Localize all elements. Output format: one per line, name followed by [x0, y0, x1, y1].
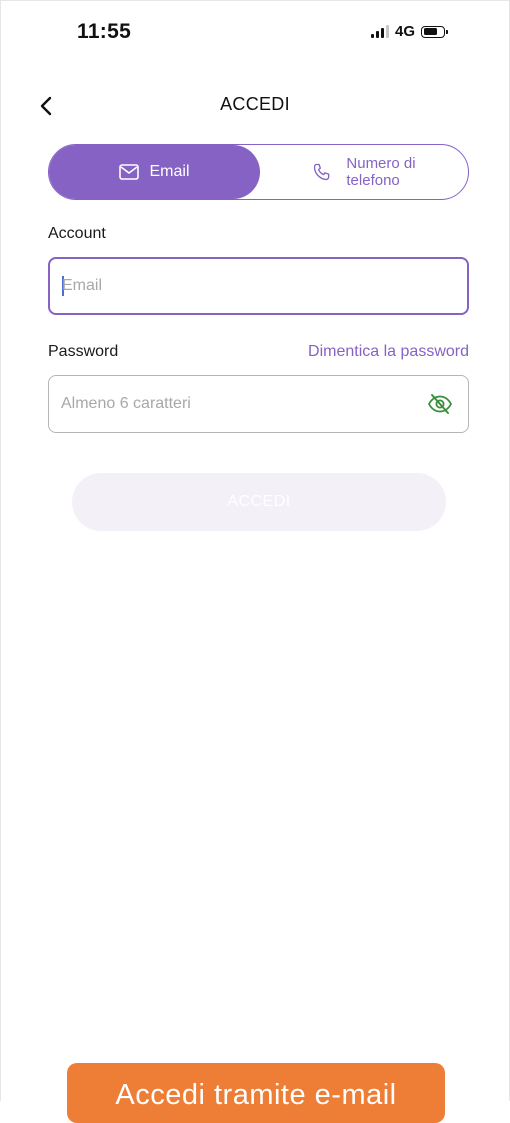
- tab-email[interactable]: Email: [49, 145, 260, 199]
- signal-strength-icon: [371, 25, 389, 38]
- tab-phone-label-line1: Numero di: [346, 155, 416, 172]
- frame-right-border: [505, 0, 510, 1101]
- account-label: Account: [48, 225, 106, 242]
- tab-phone[interactable]: Numero di telefono: [260, 145, 468, 199]
- tab-email-label: Email: [149, 163, 190, 180]
- frame-left-border: [0, 0, 5, 1101]
- status-indicators: 4G: [371, 23, 449, 40]
- frame-top-border: [0, 0, 510, 9]
- status-time: 11:55: [77, 20, 132, 43]
- password-field-container: [48, 375, 469, 433]
- envelope-icon: [119, 164, 140, 180]
- password-label: Password: [48, 343, 119, 360]
- forgot-password-link[interactable]: Dimentica la password: [308, 343, 469, 361]
- login-method-switcher: Email Numero di telefono: [48, 144, 469, 200]
- tab-phone-label-line2: telefono: [346, 172, 400, 189]
- network-type: 4G: [395, 23, 416, 40]
- login-button[interactable]: ACCEDI: [72, 473, 446, 531]
- email-field-container: [48, 257, 469, 315]
- login-by-email-banner[interactable]: Accedi tramite e-mail: [67, 1063, 445, 1123]
- page-title: ACCEDI: [220, 94, 290, 114]
- eye-off-icon: [428, 394, 452, 414]
- password-field[interactable]: [61, 395, 424, 413]
- email-field[interactable]: [62, 277, 455, 295]
- battery-icon: [421, 25, 449, 38]
- toggle-password-visibility-button[interactable]: [424, 388, 456, 420]
- tab-phone-label: Numero di telefono: [346, 155, 415, 189]
- phone-icon: [314, 163, 330, 181]
